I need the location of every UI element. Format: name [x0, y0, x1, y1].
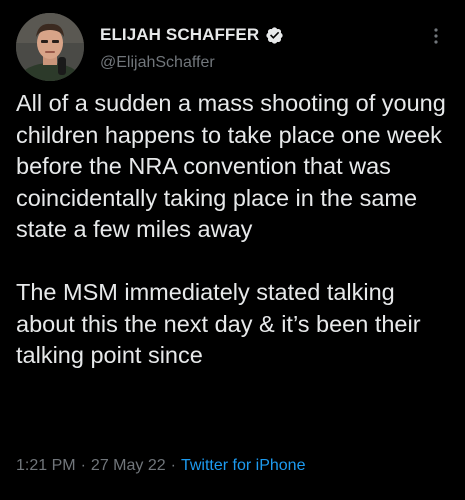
tweet-metadata: 1:21 PM · 27 May 22 · Twitter for iPhone	[16, 457, 305, 475]
tweet-text: All of a sudden a mass shooting of young…	[16, 90, 446, 368]
verified-badge-icon	[265, 26, 284, 45]
meta-separator: ·	[170, 457, 176, 474]
tweet-source-link[interactable]: Twitter for iPhone	[181, 457, 306, 475]
tweet-time[interactable]: 1:21 PM	[16, 457, 76, 475]
author-display-name[interactable]: ELIJAH SCHAFFER	[100, 25, 259, 45]
avatar[interactable]	[16, 13, 84, 81]
tweet-date[interactable]: 27 May 22	[91, 457, 166, 475]
avatar-image	[16, 13, 84, 81]
more-options-icon[interactable]	[428, 26, 444, 46]
author-name-row[interactable]: ELIJAH SCHAFFER	[100, 25, 284, 45]
meta-separator: ·	[80, 457, 86, 474]
author-handle[interactable]: @ElijahSchaffer	[100, 54, 215, 72]
tweet-card: ELIJAH SCHAFFER @ElijahSchaffer All of a…	[0, 0, 465, 500]
